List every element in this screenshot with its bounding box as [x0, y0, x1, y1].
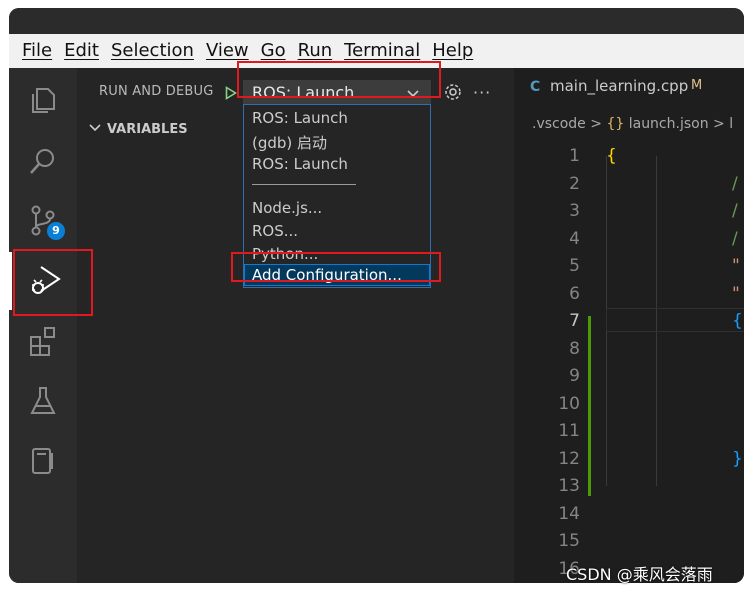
tab-bar: C main_learning.cpp M [514, 68, 744, 104]
line-number: 4 [569, 228, 580, 249]
code-comment: / [732, 201, 738, 221]
run-debug-sidebar: RUN AND DEBUG ROS: Launch ··· VARIABLES … [77, 68, 514, 583]
breadcrumb-separator: > [590, 116, 602, 132]
line-number: 6 [569, 283, 580, 304]
line-number: 9 [569, 366, 580, 386]
tab-label: main_learning.cpp [550, 77, 689, 95]
editor-area: C main_learning.cpp M .vscode > {} launc… [514, 68, 744, 583]
line-number: 13 [558, 476, 580, 496]
dropdown-separator [252, 184, 356, 185]
code-area[interactable]: { / / / " " { } [606, 146, 744, 566]
code-string: " [732, 283, 740, 304]
breadcrumb-file[interactable]: launch.json [629, 116, 709, 132]
search-icon[interactable] [9, 132, 77, 190]
chevron-down-icon [89, 124, 101, 132]
line-number: 5 [569, 256, 580, 276]
highlight-box-run-debug [13, 249, 93, 316]
json-icon: {} [606, 116, 625, 132]
testing-icon[interactable] [9, 372, 77, 430]
menu-file[interactable]: File [16, 34, 58, 68]
line-number: 1 [569, 146, 580, 166]
source-control-badge: 9 [47, 222, 65, 240]
gear-icon[interactable] [443, 82, 463, 102]
line-number: 3 [569, 201, 580, 221]
more-actions-icon[interactable]: ··· [473, 83, 491, 102]
line-number: 14 [558, 503, 580, 524]
app-window: File Edit Selection View Go Run Terminal… [9, 8, 744, 583]
breadcrumb-folder[interactable]: .vscode [532, 116, 586, 132]
source-control-icon[interactable]: 9 [9, 192, 77, 250]
line-number: 12 [558, 448, 580, 469]
line-number-current: 7 [569, 311, 580, 331]
start-debugging-button[interactable] [225, 86, 237, 100]
dropdown-item-ros-launch[interactable]: ROS: Launch [252, 109, 348, 127]
git-modified-indicator [588, 316, 591, 496]
watermark: CSDN @乘风会落雨 [566, 565, 713, 584]
remote-explorer-icon[interactable] [9, 432, 77, 490]
line-number: 8 [569, 338, 580, 359]
line-number: 10 [558, 393, 580, 414]
tab-main-learning[interactable]: C main_learning.cpp M [514, 68, 744, 104]
dropdown-item-nodejs[interactable]: Node.js... [252, 199, 322, 217]
dropdown-item-ros[interactable]: ROS... [252, 222, 298, 240]
line-number: 11 [558, 421, 580, 441]
variables-label: VARIABLES [107, 122, 188, 137]
extensions-icon[interactable] [9, 312, 77, 370]
breadcrumb: .vscode > {} launch.json > l [532, 116, 733, 132]
line-number: 15 [558, 531, 580, 551]
highlight-box-config-select [237, 61, 441, 98]
breadcrumb-separator: > [713, 116, 725, 132]
modified-badge: M [691, 78, 703, 93]
explorer-icon[interactable] [9, 72, 77, 130]
dropdown-item-gdb[interactable]: (gdb) 启动 [252, 132, 327, 153]
breadcrumb-symbol[interactable]: l [729, 116, 733, 132]
menu-selection[interactable]: Selection [105, 34, 200, 68]
line-number: 2 [569, 173, 580, 194]
variables-section[interactable]: VARIABLES [89, 122, 188, 137]
current-line-highlight [606, 308, 744, 332]
code-brace: { [732, 311, 743, 331]
code-comment: / [732, 228, 738, 249]
highlight-box-add-configuration [231, 252, 441, 282]
sidebar-title: RUN AND DEBUG [99, 84, 214, 99]
code-brace: } [732, 448, 743, 469]
activity-bar: 9 [9, 68, 77, 583]
cpp-file-icon: C [530, 79, 541, 95]
code-brace: { [606, 146, 617, 166]
code-string: " [732, 256, 740, 276]
dropdown-item-ros-launch-2[interactable]: ROS: Launch [252, 155, 348, 173]
title-bar [9, 8, 744, 34]
code-comment: / [732, 173, 738, 194]
menu-edit[interactable]: Edit [58, 34, 105, 68]
